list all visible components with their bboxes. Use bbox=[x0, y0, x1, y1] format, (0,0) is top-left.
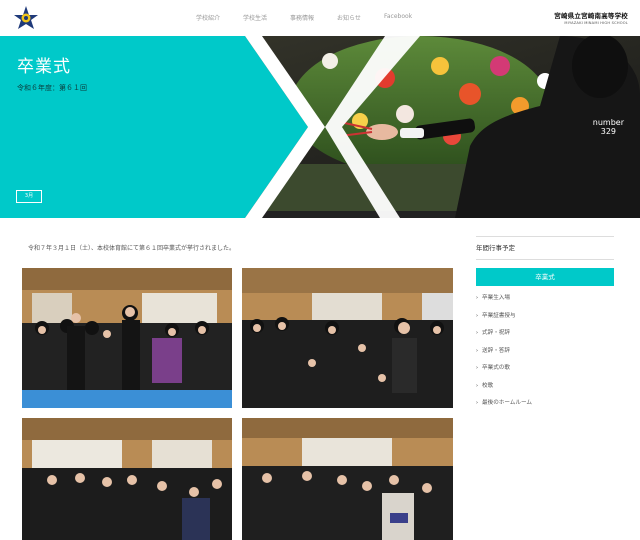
sidebar-item-label: 校歌 bbox=[482, 382, 494, 389]
photo-graduates-march-4 bbox=[242, 418, 453, 540]
chevron-right-icon: › bbox=[476, 382, 478, 389]
sidebar-item[interactable]: › 式辞・祝辞 bbox=[476, 325, 614, 343]
photo-graduates-march-3 bbox=[22, 418, 232, 540]
chevron-right-icon: › bbox=[476, 400, 478, 406]
hero-banner: 卒業式 令和６年度：第６１回 3月 number 329 bbox=[0, 36, 640, 218]
nav-office-info[interactable]: 事務情報 bbox=[290, 13, 314, 25]
sidebar-category-active[interactable]: 卒業式 bbox=[476, 268, 614, 286]
sidebar-item-label: 式辞・祝辞 bbox=[482, 330, 510, 336]
article-photo[interactable] bbox=[242, 268, 453, 408]
article-photo[interactable] bbox=[22, 268, 232, 408]
issue-number-value: 329 bbox=[600, 127, 617, 136]
sidebar-item-label: 卒業生入場 bbox=[482, 295, 510, 301]
school-logo-icon[interactable] bbox=[12, 4, 40, 32]
sidebar-item-label: 最後のホームルーム bbox=[482, 400, 533, 406]
chevron-right-icon: › bbox=[476, 312, 478, 319]
sidebar-item-label: 送辞・答辞 bbox=[482, 347, 510, 354]
chevron-right-icon: › bbox=[476, 347, 478, 354]
nav-news[interactable]: お知らせ bbox=[337, 13, 361, 25]
sidebar-item[interactable]: › 最後のホームルーム bbox=[476, 395, 614, 413]
sidebar-item-label: 卒業証書授与 bbox=[482, 312, 516, 319]
photo-graduates-march-1 bbox=[22, 268, 232, 408]
sidebar-item[interactable]: › 卒業式の歌 bbox=[476, 360, 614, 378]
issue-number: number 329 bbox=[593, 118, 624, 136]
sidebar-item[interactable]: › 送辞・答辞 bbox=[476, 343, 614, 361]
sidebar-item[interactable]: › 卒業生入場 bbox=[476, 290, 614, 308]
main-nav: 学校紹介 学校生活 事務情報 お知らせ Facebook bbox=[196, 13, 435, 25]
sidebar-item-label: 卒業式の歌 bbox=[482, 365, 510, 371]
article-photo[interactable] bbox=[22, 418, 232, 540]
chevron-right-icon: › bbox=[476, 295, 478, 301]
page-title: 卒業式 bbox=[17, 57, 71, 77]
sidebar-item[interactable]: › 校歌 bbox=[476, 378, 614, 396]
chevron-right-icon: › bbox=[476, 365, 478, 371]
page-subtitle: 令和６年度：第６１回 bbox=[17, 84, 87, 92]
sidebar-item[interactable]: › 卒業証書授与 bbox=[476, 308, 614, 326]
issue-number-label: number bbox=[592, 118, 624, 127]
article-lead: 令和７年３月１日（土）、本校体育館にて第６１回卒業式が挙行されました。 bbox=[28, 245, 236, 252]
month-button[interactable]: 3月 bbox=[16, 190, 42, 203]
school-name[interactable]: 宮崎県立宮崎南高等学校 MIYAZAKI MINAMI HIGH SCHOOL bbox=[554, 10, 628, 25]
chevron-right-icon: › bbox=[476, 330, 478, 336]
nav-school-life[interactable]: 学校生活 bbox=[243, 13, 267, 25]
photo-graduates-march-2 bbox=[242, 268, 453, 408]
school-name-jp: 宮崎県立宮崎南高等学校 bbox=[554, 12, 628, 20]
nav-school-intro[interactable]: 学校紹介 bbox=[196, 13, 220, 25]
hero-photo bbox=[0, 36, 640, 218]
sidebar-title[interactable]: 年間行事予定 bbox=[476, 236, 614, 260]
article-photo[interactable] bbox=[242, 418, 453, 540]
sidebar-list: › 卒業生入場 › 卒業証書授与 › 式辞・祝辞 › 送辞・答辞 › 卒業式の歌 › 校歌 … bbox=[476, 290, 614, 413]
nav-facebook[interactable]: Facebook bbox=[384, 13, 412, 25]
school-name-en: MIYAZAKI MINAMI HIGH SCHOOL bbox=[564, 21, 628, 25]
site-header: 学校紹介 学校生活 事務情報 お知らせ Facebook 宮崎県立宮崎南高等学校… bbox=[0, 0, 640, 36]
